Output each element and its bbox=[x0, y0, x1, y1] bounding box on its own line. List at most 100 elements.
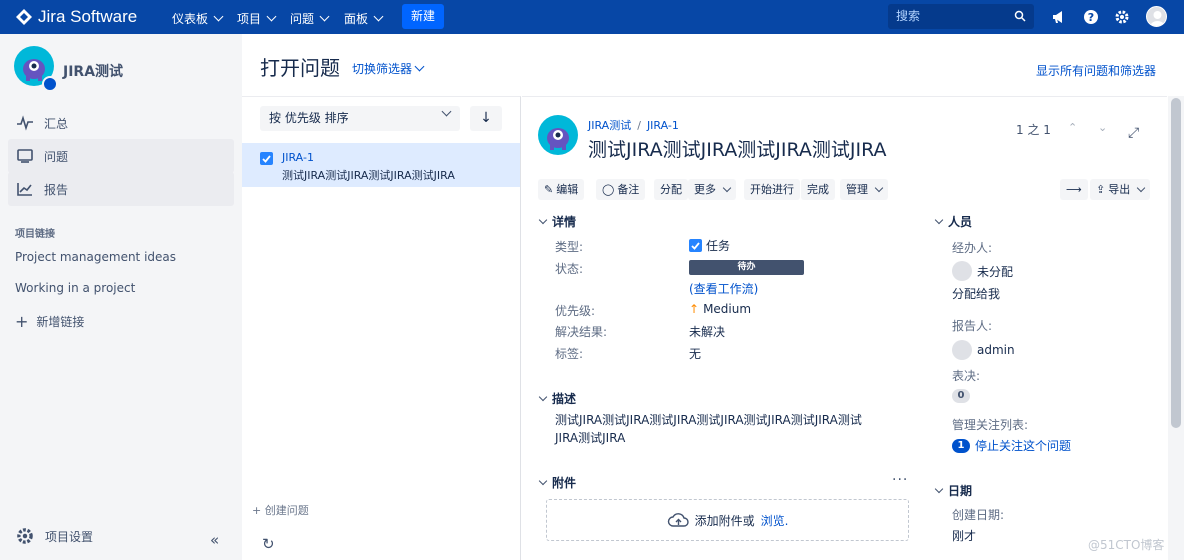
nav-dashboards[interactable]: 仪表板 bbox=[172, 10, 224, 27]
priority-value: ↑ Medium bbox=[689, 302, 751, 316]
search-icon bbox=[1014, 10, 1026, 22]
comment-button[interactable]: ◯ 备注 bbox=[596, 179, 646, 200]
created-value: 刚才 bbox=[952, 529, 977, 543]
assignee-value[interactable]: 未分配 bbox=[952, 261, 1013, 281]
project-settings-button[interactable]: 项目设置 bbox=[15, 526, 93, 546]
labels-label: 标签: bbox=[555, 347, 584, 361]
checkmark-icon bbox=[262, 155, 271, 163]
issues-icon bbox=[17, 149, 33, 163]
breadcrumb-project-link[interactable]: JIRA测试 bbox=[588, 119, 631, 132]
stop-watching-link[interactable]: 停止关注这个问题 bbox=[975, 437, 1071, 454]
unassigned-avatar-icon bbox=[952, 261, 972, 281]
priority-medium-arrow-icon: ↑ bbox=[689, 302, 700, 316]
description-text[interactable]: 测试JIRA测试JIRA测试JIRA测试JIRA测试JIRA测试JIRA测试 J… bbox=[555, 411, 875, 447]
export-label: 导出 bbox=[1108, 183, 1131, 196]
megaphone-icon[interactable] bbox=[1050, 8, 1068, 26]
next-issue-icon[interactable]: ⌄ bbox=[1098, 121, 1107, 134]
reporter-label: 报告人: bbox=[952, 319, 993, 333]
previous-issue-icon[interactable]: ⌃ bbox=[1068, 121, 1077, 134]
sort-direction-button[interactable]: ↓ bbox=[470, 106, 502, 131]
assignee-value-text: 未分配 bbox=[977, 264, 1014, 279]
plus-icon: + bbox=[15, 312, 29, 331]
dates-heading: 日期 bbox=[948, 484, 973, 498]
create-issue-link[interactable]: + 创建问题 bbox=[252, 502, 309, 518]
comment-icon: ◯ bbox=[602, 183, 615, 196]
breadcrumb: JIRA测试 / JIRA-1 bbox=[588, 117, 679, 133]
detail-scrollbar[interactable] bbox=[1168, 96, 1184, 560]
sidebar-item-label: 问题 bbox=[44, 149, 69, 164]
done-button[interactable]: 完成 bbox=[801, 179, 835, 200]
description-section-toggle[interactable]: 描述 bbox=[538, 390, 576, 407]
refresh-icon[interactable]: ↻ bbox=[262, 535, 275, 553]
more-dropdown[interactable]: 更多 bbox=[688, 179, 736, 200]
chevron-down-icon bbox=[373, 11, 384, 22]
switch-filter-dropdown[interactable]: 切换筛选器 bbox=[352, 60, 425, 77]
details-section-toggle[interactable]: 详情 bbox=[538, 213, 576, 230]
settings-gear-icon[interactable] bbox=[1113, 8, 1131, 26]
list-item[interactable]: JIRA-1 测试JIRA测试JIRA测试JIRA测试JIRA bbox=[242, 143, 520, 187]
scrollbar-thumb[interactable] bbox=[1171, 98, 1181, 428]
attachments-heading: 附件 bbox=[552, 476, 577, 490]
project-settings-label: 项目设置 bbox=[45, 529, 94, 544]
issue-summary: 测试JIRA测试JIRA测试JIRA测试JIRA bbox=[282, 169, 455, 182]
sort-order-select[interactable]: 按 优先级 排序 bbox=[260, 106, 460, 131]
activity-icon bbox=[17, 115, 33, 131]
priority-label: 优先级: bbox=[555, 304, 596, 318]
edit-button[interactable]: ✎ 编辑 bbox=[538, 179, 585, 200]
nav-issues[interactable]: 问题 bbox=[290, 10, 330, 27]
chevron-down-icon bbox=[213, 11, 224, 22]
expand-icon[interactable]: ⤢ bbox=[1128, 125, 1139, 141]
project-name[interactable]: JIRA测试 bbox=[63, 61, 123, 81]
assign-button[interactable]: 分配 bbox=[654, 179, 688, 200]
browse-link[interactable]: 浏览. bbox=[761, 512, 789, 529]
arrow-down-icon: ↓ bbox=[480, 110, 492, 126]
breadcrumb-issue-key-link[interactable]: JIRA-1 bbox=[647, 119, 679, 132]
attachments-section-toggle[interactable]: 附件 bbox=[538, 474, 577, 491]
sidebar-item-label: 汇总 bbox=[44, 116, 69, 131]
project-link-management-ideas[interactable]: Project management ideas bbox=[15, 250, 176, 264]
sidebar-item-summary[interactable]: 汇总 bbox=[8, 106, 234, 140]
people-heading: 人员 bbox=[948, 215, 973, 229]
admin-dropdown[interactable]: 管理 bbox=[840, 179, 888, 200]
sidebar-item-issues[interactable]: 问题 bbox=[8, 139, 234, 173]
nav-dashboards-label: 仪表板 bbox=[172, 12, 209, 26]
create-button[interactable]: 新建 bbox=[402, 4, 444, 29]
help-icon[interactable]: ? bbox=[1082, 8, 1100, 26]
nav-projects[interactable]: 项目 bbox=[237, 10, 277, 27]
issue-pager: 1 之 1 bbox=[1016, 123, 1051, 137]
status-badge: 待办 bbox=[689, 260, 804, 275]
export-dropdown[interactable]: ⇪ 导出 bbox=[1090, 179, 1151, 200]
more-label: 更多 bbox=[694, 183, 716, 196]
search-input[interactable]: 搜索 bbox=[888, 4, 1034, 29]
watchers-value[interactable]: 1 停止关注这个问题 bbox=[952, 437, 1071, 454]
reporter-value[interactable]: admin bbox=[952, 340, 1015, 360]
project-link-working-in-project[interactable]: Working in a project bbox=[15, 281, 135, 295]
jira-logo[interactable]: Jira Software bbox=[16, 7, 137, 27]
sidebar-item-reports[interactable]: 报告 bbox=[8, 172, 234, 206]
dates-section-toggle[interactable]: 日期 bbox=[934, 482, 973, 499]
votes-value[interactable]: 0 bbox=[952, 389, 970, 403]
share-button[interactable]: ⟶ bbox=[1060, 179, 1088, 200]
share-icon: ⟶ bbox=[1066, 183, 1082, 196]
more-options-icon[interactable]: ··· bbox=[892, 472, 908, 488]
assign-to-me-link[interactable]: 分配给我 bbox=[952, 285, 1000, 302]
user-avatar[interactable] bbox=[1146, 6, 1167, 27]
chevron-down-icon bbox=[538, 392, 548, 402]
chevron-down-icon bbox=[266, 11, 277, 22]
admin-label: 管理 bbox=[846, 183, 868, 196]
view-workflow-link[interactable]: (查看工作流) bbox=[689, 280, 758, 297]
cloud-upload-icon bbox=[667, 513, 689, 527]
collapse-sidebar-icon[interactable]: « bbox=[210, 531, 219, 549]
start-progress-button[interactable]: 开始进行 bbox=[744, 179, 800, 200]
issue-title[interactable]: 测试JIRA测试JIRA测试JIRA测试JIRA bbox=[588, 135, 887, 162]
labels-value[interactable]: 无 bbox=[689, 345, 701, 362]
people-section-toggle[interactable]: 人员 bbox=[934, 213, 973, 230]
show-all-issues-link[interactable]: 显示所有问题和筛选器 bbox=[1036, 62, 1156, 79]
add-link-button[interactable]: + 新增链接 bbox=[15, 312, 84, 331]
description-line: 测试JIRA测试JIRA测试JIRA测试JIRA测试JIRA测试JIRA测试 bbox=[555, 413, 862, 427]
project-links-heading: 项目链接 bbox=[15, 229, 55, 240]
attachment-dropzone[interactable]: 添加附件或 浏览. bbox=[546, 499, 909, 541]
chevron-down-icon bbox=[414, 61, 425, 72]
nav-boards[interactable]: 面板 bbox=[344, 10, 384, 27]
search-placeholder: 搜索 bbox=[896, 9, 921, 23]
